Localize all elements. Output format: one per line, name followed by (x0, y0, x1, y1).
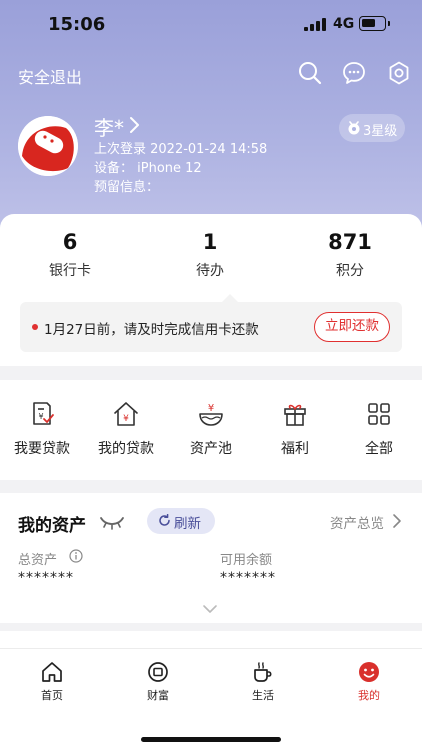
menu-item-loan-apply[interactable]: ¥ 我要贷款 (2, 400, 82, 458)
user-name[interactable]: 李* (94, 112, 124, 141)
search-icon[interactable] (297, 60, 323, 86)
stat-points[interactable]: 871 积分 (300, 230, 400, 280)
tab-home[interactable]: 首页 (12, 661, 92, 703)
level-badge[interactable]: 3星级 (339, 114, 405, 142)
refresh-icon (159, 514, 170, 526)
menu-item-my-loan[interactable]: ¥ 我的贷款 (86, 400, 166, 458)
gift-icon (281, 400, 309, 428)
alert-dot-icon (32, 324, 38, 330)
repay-now-button[interactable]: 立即还款 (314, 312, 390, 342)
svg-text:¥: ¥ (123, 414, 129, 424)
total-assets-value: ******* (18, 570, 74, 586)
stat-value: 1 (202, 230, 218, 254)
stat-label: 银行卡 (49, 263, 91, 279)
menu-item-welfare[interactable]: 福利 (255, 400, 335, 458)
eye-closed-icon[interactable] (100, 515, 124, 530)
reserved-info: 预留信息： (94, 180, 160, 195)
stat-label: 积分 (336, 263, 364, 279)
tab-label: 生活 (252, 689, 274, 702)
stat-value: 6 (62, 230, 78, 254)
refresh-button[interactable]: 刷新 (147, 508, 215, 534)
chevron-down-icon[interactable] (202, 599, 218, 613)
menu-label: 全部 (365, 441, 393, 457)
menu-item-asset-pool[interactable]: ¥ 资产池 (171, 400, 251, 458)
info-icon[interactable] (69, 548, 83, 563)
device-info: 设备： iPhone 12 (94, 161, 202, 176)
refresh-label: 刷新 (174, 516, 201, 532)
tab-label: 我的 (358, 689, 380, 702)
stat-label: 待办 (196, 263, 224, 279)
medal-icon (348, 121, 360, 135)
home-indicator (141, 737, 281, 742)
tab-wealth[interactable]: 财富 (118, 661, 198, 703)
coffee-icon (252, 661, 274, 683)
asset-pool-icon: ¥ (197, 400, 225, 428)
signal-icon (304, 18, 326, 31)
menu-item-all[interactable]: 全部 (339, 400, 419, 458)
stat-value: 871 (328, 230, 372, 254)
menu-label: 我的贷款 (98, 441, 154, 457)
menu-label: 资产池 (190, 441, 232, 457)
assets-title: 我的资产 (18, 516, 86, 536)
last-login: 上次登录 2022-01-24 14:58 (94, 142, 268, 157)
stat-todo[interactable]: 1 待办 (160, 230, 260, 280)
asset-overview-link[interactable]: 资产总览 (330, 512, 384, 532)
chevron-right-icon[interactable] (128, 116, 142, 134)
svg-text:¥: ¥ (38, 412, 43, 421)
my-assets-card: 我的资产 刷新 资产总览 总资产 ******* 可用余额 ******* (0, 493, 422, 623)
wealth-icon (147, 661, 169, 683)
profile-face-icon (358, 661, 380, 683)
network-type: 4G (333, 16, 355, 32)
level-label: 3星级 (363, 124, 398, 139)
stat-bank-cards[interactable]: 6 银行卡 (20, 230, 120, 280)
total-assets-label: 总资产 (18, 553, 58, 568)
settings-icon[interactable] (386, 60, 412, 86)
tab-label: 首页 (41, 689, 63, 702)
logout-button[interactable]: 安全退出 (18, 64, 82, 88)
loan-apply-icon: ¥ (28, 400, 56, 428)
svg-text:¥: ¥ (208, 403, 214, 414)
grid-icon (365, 400, 393, 428)
my-loan-icon: ¥ (112, 400, 140, 428)
account-summary-card: 6 银行卡 1 待办 871 积分 1月27日前，请及时完成信用卡还款 立即还款 (0, 214, 422, 366)
available-balance-value: ******* (220, 570, 276, 586)
quick-menu: ¥ 我要贷款 ¥ 我的贷款 ¥ 资产池 福利 全部 (0, 380, 422, 480)
tab-mine[interactable]: 我的 (329, 661, 409, 703)
tab-label: 财富 (147, 689, 169, 702)
tab-life[interactable]: 生活 (223, 661, 303, 703)
repayment-notice[interactable]: 1月27日前，请及时完成信用卡还款 立即还款 (20, 294, 402, 352)
status-time: 15:06 (48, 14, 106, 35)
status-bar: 15:06 4G (0, 0, 422, 50)
bottom-tab-bar: 首页 财富 生活 我的 (0, 648, 422, 750)
message-icon[interactable] (341, 60, 367, 86)
menu-label: 我要贷款 (14, 441, 70, 457)
chevron-right-icon[interactable] (392, 513, 402, 529)
avatar[interactable] (18, 116, 78, 176)
notice-text: 1月27日前，请及时完成信用卡还款 (44, 322, 259, 338)
available-balance-label: 可用余额 (220, 553, 273, 568)
battery-icon (359, 16, 390, 31)
home-icon (41, 661, 63, 683)
menu-label: 福利 (281, 441, 309, 457)
